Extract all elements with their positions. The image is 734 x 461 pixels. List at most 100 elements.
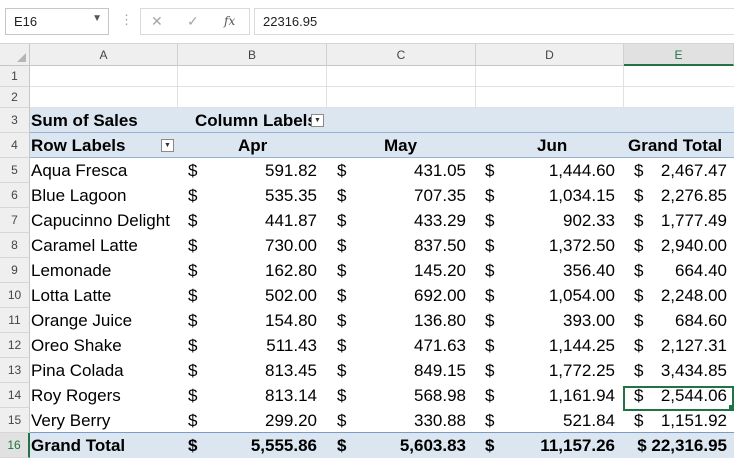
- row-header[interactable]: 3: [0, 108, 30, 133]
- row-header[interactable]: 7: [0, 208, 30, 233]
- select-all-button[interactable]: [0, 44, 30, 66]
- value-may[interactable]: 837.50: [350, 233, 466, 258]
- value-jun[interactable]: 902.33: [500, 208, 615, 233]
- value-total[interactable]: 1,151.92: [650, 408, 727, 433]
- row-label[interactable]: Capucinno Delight: [31, 208, 170, 233]
- row-header[interactable]: 11: [0, 308, 30, 333]
- value-jun[interactable]: 1,034.15: [500, 183, 615, 208]
- value-total[interactable]: 1,777.49: [650, 208, 727, 233]
- row-label[interactable]: Caramel Latte: [31, 233, 138, 258]
- value-total[interactable]: 2,248.00: [650, 283, 727, 308]
- column-header-a[interactable]: A: [30, 44, 178, 66]
- value-apr[interactable]: 730.00: [200, 233, 317, 258]
- fill-handle[interactable]: [729, 405, 734, 410]
- active-cell[interactable]: [623, 386, 734, 411]
- grand-total-header[interactable]: Grand Total: [628, 133, 722, 158]
- row-label[interactable]: Orange Juice: [31, 308, 132, 333]
- value-apr[interactable]: 154.80: [200, 308, 317, 333]
- value-may[interactable]: 849.15: [350, 358, 466, 383]
- value-jun[interactable]: 393.00: [500, 308, 615, 333]
- row-header[interactable]: 8: [0, 233, 30, 258]
- row-header[interactable]: 9: [0, 258, 30, 283]
- enter-icon[interactable]: ✓: [187, 13, 199, 30]
- row-label[interactable]: Aqua Fresca: [31, 158, 127, 183]
- value-apr[interactable]: 162.80: [200, 258, 317, 283]
- value-apr[interactable]: 535.35: [200, 183, 317, 208]
- value-jun[interactable]: 1,444.60: [500, 158, 615, 183]
- chevron-down-icon[interactable]: ▼: [92, 13, 102, 24]
- cancel-icon[interactable]: ✕: [151, 13, 163, 30]
- value-jun[interactable]: 1,054.00: [500, 283, 615, 308]
- row-header[interactable]: 15: [0, 408, 30, 433]
- row-header[interactable]: 13: [0, 358, 30, 383]
- row-header[interactable]: 6: [0, 183, 30, 208]
- row-header[interactable]: 14: [0, 383, 30, 408]
- value-may[interactable]: 136.80: [350, 308, 466, 333]
- value-may[interactable]: 431.05: [350, 158, 466, 183]
- value-jun[interactable]: 1,144.25: [500, 333, 615, 358]
- month-header-may[interactable]: May: [384, 133, 417, 158]
- grand-total-jun[interactable]: 11,157.26: [500, 433, 615, 458]
- value-apr[interactable]: 441.87: [200, 208, 317, 233]
- value-jun[interactable]: 1,372.50: [500, 233, 615, 258]
- row-header[interactable]: 12: [0, 333, 30, 358]
- value-total[interactable]: 664.40: [650, 258, 727, 283]
- value-total[interactable]: 2,467.47: [650, 158, 727, 183]
- month-header-jun[interactable]: Jun: [537, 133, 567, 158]
- name-box[interactable]: E16 ▼: [5, 8, 109, 35]
- formula-input[interactable]: 22316.95: [254, 8, 734, 35]
- value-may[interactable]: 330.88: [350, 408, 466, 433]
- row-label[interactable]: Lemonade: [31, 258, 111, 283]
- value-apr[interactable]: 813.14: [200, 383, 317, 408]
- value-total[interactable]: 3,434.85: [650, 358, 727, 383]
- row-header[interactable]: 2: [0, 87, 30, 108]
- value-total[interactable]: 2,276.85: [650, 183, 727, 208]
- row-label[interactable]: Pina Colada: [31, 358, 124, 383]
- column-labels-filter-button[interactable]: ▼: [311, 114, 324, 127]
- pivot-values-label[interactable]: Sum of Sales: [31, 108, 138, 133]
- value-apr[interactable]: 502.00: [200, 283, 317, 308]
- grand-total-label[interactable]: Grand Total: [31, 433, 125, 458]
- row-header[interactable]: 16: [0, 433, 30, 458]
- grand-total-apr[interactable]: 5,555.86: [200, 433, 317, 458]
- insert-function-icon[interactable]: fx: [224, 14, 235, 28]
- row-label[interactable]: Roy Rogers: [31, 383, 121, 408]
- currency-symbol: $: [337, 211, 347, 230]
- value-apr[interactable]: 511.43: [200, 333, 317, 358]
- value-may[interactable]: 433.29: [350, 208, 466, 233]
- row-header[interactable]: 10: [0, 283, 30, 308]
- value-may[interactable]: 471.63: [350, 333, 466, 358]
- value-apr[interactable]: 299.20: [200, 408, 317, 433]
- value-jun[interactable]: 1,772.25: [500, 358, 615, 383]
- value-jun[interactable]: 521.84: [500, 408, 615, 433]
- value-may[interactable]: 707.35: [350, 183, 466, 208]
- grand-total-may[interactable]: 5,603.83: [350, 433, 466, 458]
- value-may[interactable]: 145.20: [350, 258, 466, 283]
- column-header-b[interactable]: B: [178, 44, 327, 66]
- row-label[interactable]: Blue Lagoon: [31, 183, 126, 208]
- value-jun[interactable]: 356.40: [500, 258, 615, 283]
- value-total[interactable]: 2,127.31: [650, 333, 727, 358]
- pivot-row-labels[interactable]: Row Labels: [31, 133, 125, 158]
- value-may[interactable]: 568.98: [350, 383, 466, 408]
- drag-handle-icon[interactable]: ⋮: [120, 12, 133, 28]
- month-header-apr[interactable]: Apr: [238, 133, 267, 158]
- row-label[interactable]: Very Berry: [31, 408, 110, 433]
- value-jun[interactable]: 1,161.94: [500, 383, 615, 408]
- value-may[interactable]: 692.00: [350, 283, 466, 308]
- value-total[interactable]: 684.60: [650, 308, 727, 333]
- pivot-column-labels[interactable]: Column Labels: [195, 108, 317, 133]
- grand-total-total[interactable]: $ 22,316.95: [625, 433, 727, 458]
- value-apr[interactable]: 591.82: [200, 158, 317, 183]
- row-label[interactable]: Lotta Latte: [31, 283, 111, 308]
- row-header[interactable]: 5: [0, 158, 30, 183]
- value-total[interactable]: 2,940.00: [650, 233, 727, 258]
- row-header[interactable]: 1: [0, 66, 30, 87]
- row-label[interactable]: Oreo Shake: [31, 333, 122, 358]
- column-header-c[interactable]: C: [327, 44, 476, 66]
- column-header-e[interactable]: E: [624, 44, 734, 66]
- value-apr[interactable]: 813.45: [200, 358, 317, 383]
- row-labels-filter-button[interactable]: ▼: [161, 139, 174, 152]
- column-header-d[interactable]: D: [476, 44, 624, 66]
- row-header[interactable]: 4: [0, 133, 30, 158]
